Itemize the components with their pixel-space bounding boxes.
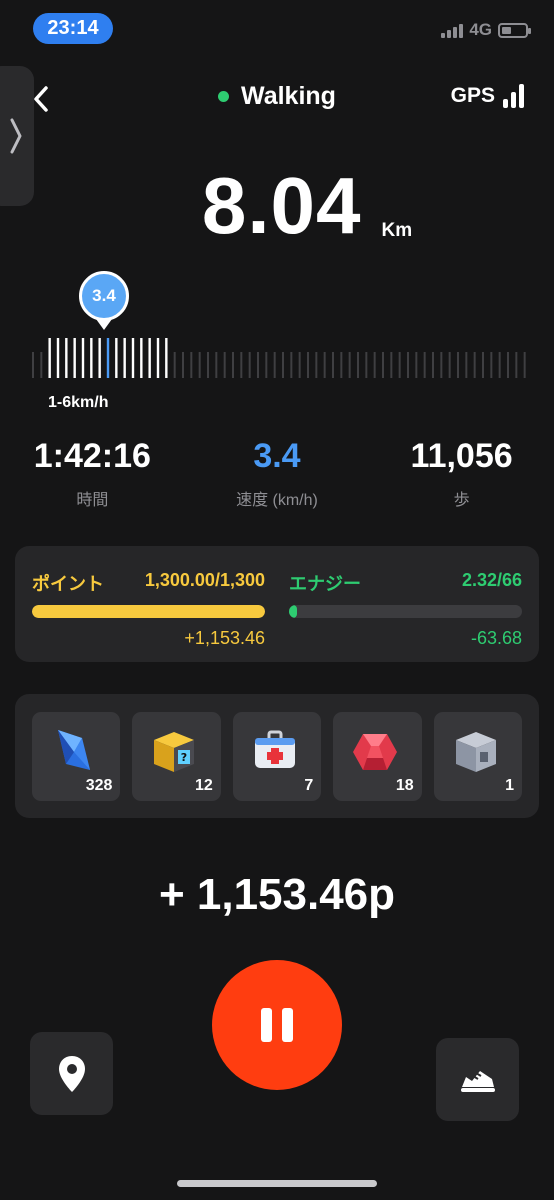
stat-label: 歩	[453, 492, 470, 509]
shoe-button[interactable]	[436, 1038, 519, 1121]
item-count: 1	[505, 777, 515, 794]
battery-icon	[498, 22, 531, 38]
speed-indicator-bubble: 3.4	[79, 271, 129, 321]
home-indicator[interactable]	[177, 1180, 377, 1187]
stat-steps: 11,056 歩	[369, 437, 554, 510]
mystery-box-icon: ?	[154, 732, 195, 772]
sneaker-icon	[460, 1070, 495, 1092]
gps-signal-icon	[503, 84, 524, 108]
distance-value: 8.04	[201, 161, 362, 250]
stat-speed: 3.4 速度 (km/h)	[185, 437, 370, 510]
stat-value: 11,056	[410, 437, 513, 475]
map-location-button[interactable]	[30, 1032, 113, 1115]
earned-points-total: + 1,153.46p	[158, 870, 396, 919]
status-time: 23:14	[33, 13, 113, 44]
item-count: 18	[395, 777, 414, 794]
blue-crystal-icon	[58, 730, 90, 770]
red-gem-icon	[353, 734, 398, 770]
activity-label: Walking	[241, 82, 336, 110]
location-pin-icon	[58, 1055, 85, 1092]
cellular-signal-icon	[441, 22, 464, 38]
distance-unit: Km	[381, 220, 413, 241]
stat-label: 時間	[76, 492, 109, 509]
pause-button[interactable]	[212, 960, 342, 1090]
energy-label: エナジー	[289, 574, 361, 594]
stat-value: 1:42:16	[33, 437, 151, 475]
energy-section: エナジー 2.32/66 -63.68	[289, 570, 522, 662]
gps-label: GPS	[450, 84, 495, 107]
energy-value: 2.32/66	[461, 570, 522, 590]
item-silver-box[interactable]: 1	[433, 712, 523, 801]
svg-text:?: ?	[181, 751, 187, 764]
item-count: 328	[85, 777, 113, 794]
first-aid-kit-icon	[254, 730, 295, 768]
stat-time: 1:42:16 時間	[0, 437, 185, 510]
distance-display: 8.04 Km	[0, 166, 554, 246]
speed-tick-scale	[30, 338, 530, 378]
item-first-aid-kit[interactable]: 7	[232, 712, 322, 801]
points-value: 1,300.00/1,300	[144, 570, 265, 590]
stats-row: 1:42:16 時間 3.4 速度 (km/h) 11,056 歩	[0, 437, 554, 510]
active-dot-icon	[218, 91, 230, 102]
stat-label: 速度 (km/h)	[236, 492, 318, 509]
item-blue-crystal[interactable]: 328	[32, 712, 121, 801]
energy-delta: -63.68	[470, 628, 522, 648]
item-count: 7	[304, 777, 314, 794]
energy-progress-bar	[289, 605, 522, 618]
item-mystery-box[interactable]: ? 12	[132, 712, 221, 801]
points-label: ポイント	[32, 574, 104, 594]
points-section: ポイント 1,300.00/1,300 +1,153.46	[32, 570, 265, 662]
chevron-right-icon	[10, 118, 22, 154]
pause-icon	[282, 1008, 293, 1042]
stat-value: 3.4	[253, 437, 301, 475]
network-type: 4G	[469, 20, 492, 39]
silver-box-icon	[455, 732, 496, 772]
items-card: 328 ? 12 7 18 1	[15, 694, 539, 818]
points-progress-bar	[32, 605, 265, 618]
item-count: 12	[195, 777, 213, 794]
gps-indicator: GPS	[451, 84, 524, 108]
speed-range-label: 1-6km/h	[48, 394, 109, 411]
points-delta: +1,153.46	[184, 628, 265, 648]
status-indicators: 4G	[441, 20, 531, 40]
pause-icon	[261, 1008, 272, 1042]
item-red-gem[interactable]: 18	[333, 712, 422, 801]
points-energy-card: ポイント 1,300.00/1,300 +1,153.46 エナジー 2.32/…	[15, 546, 539, 662]
